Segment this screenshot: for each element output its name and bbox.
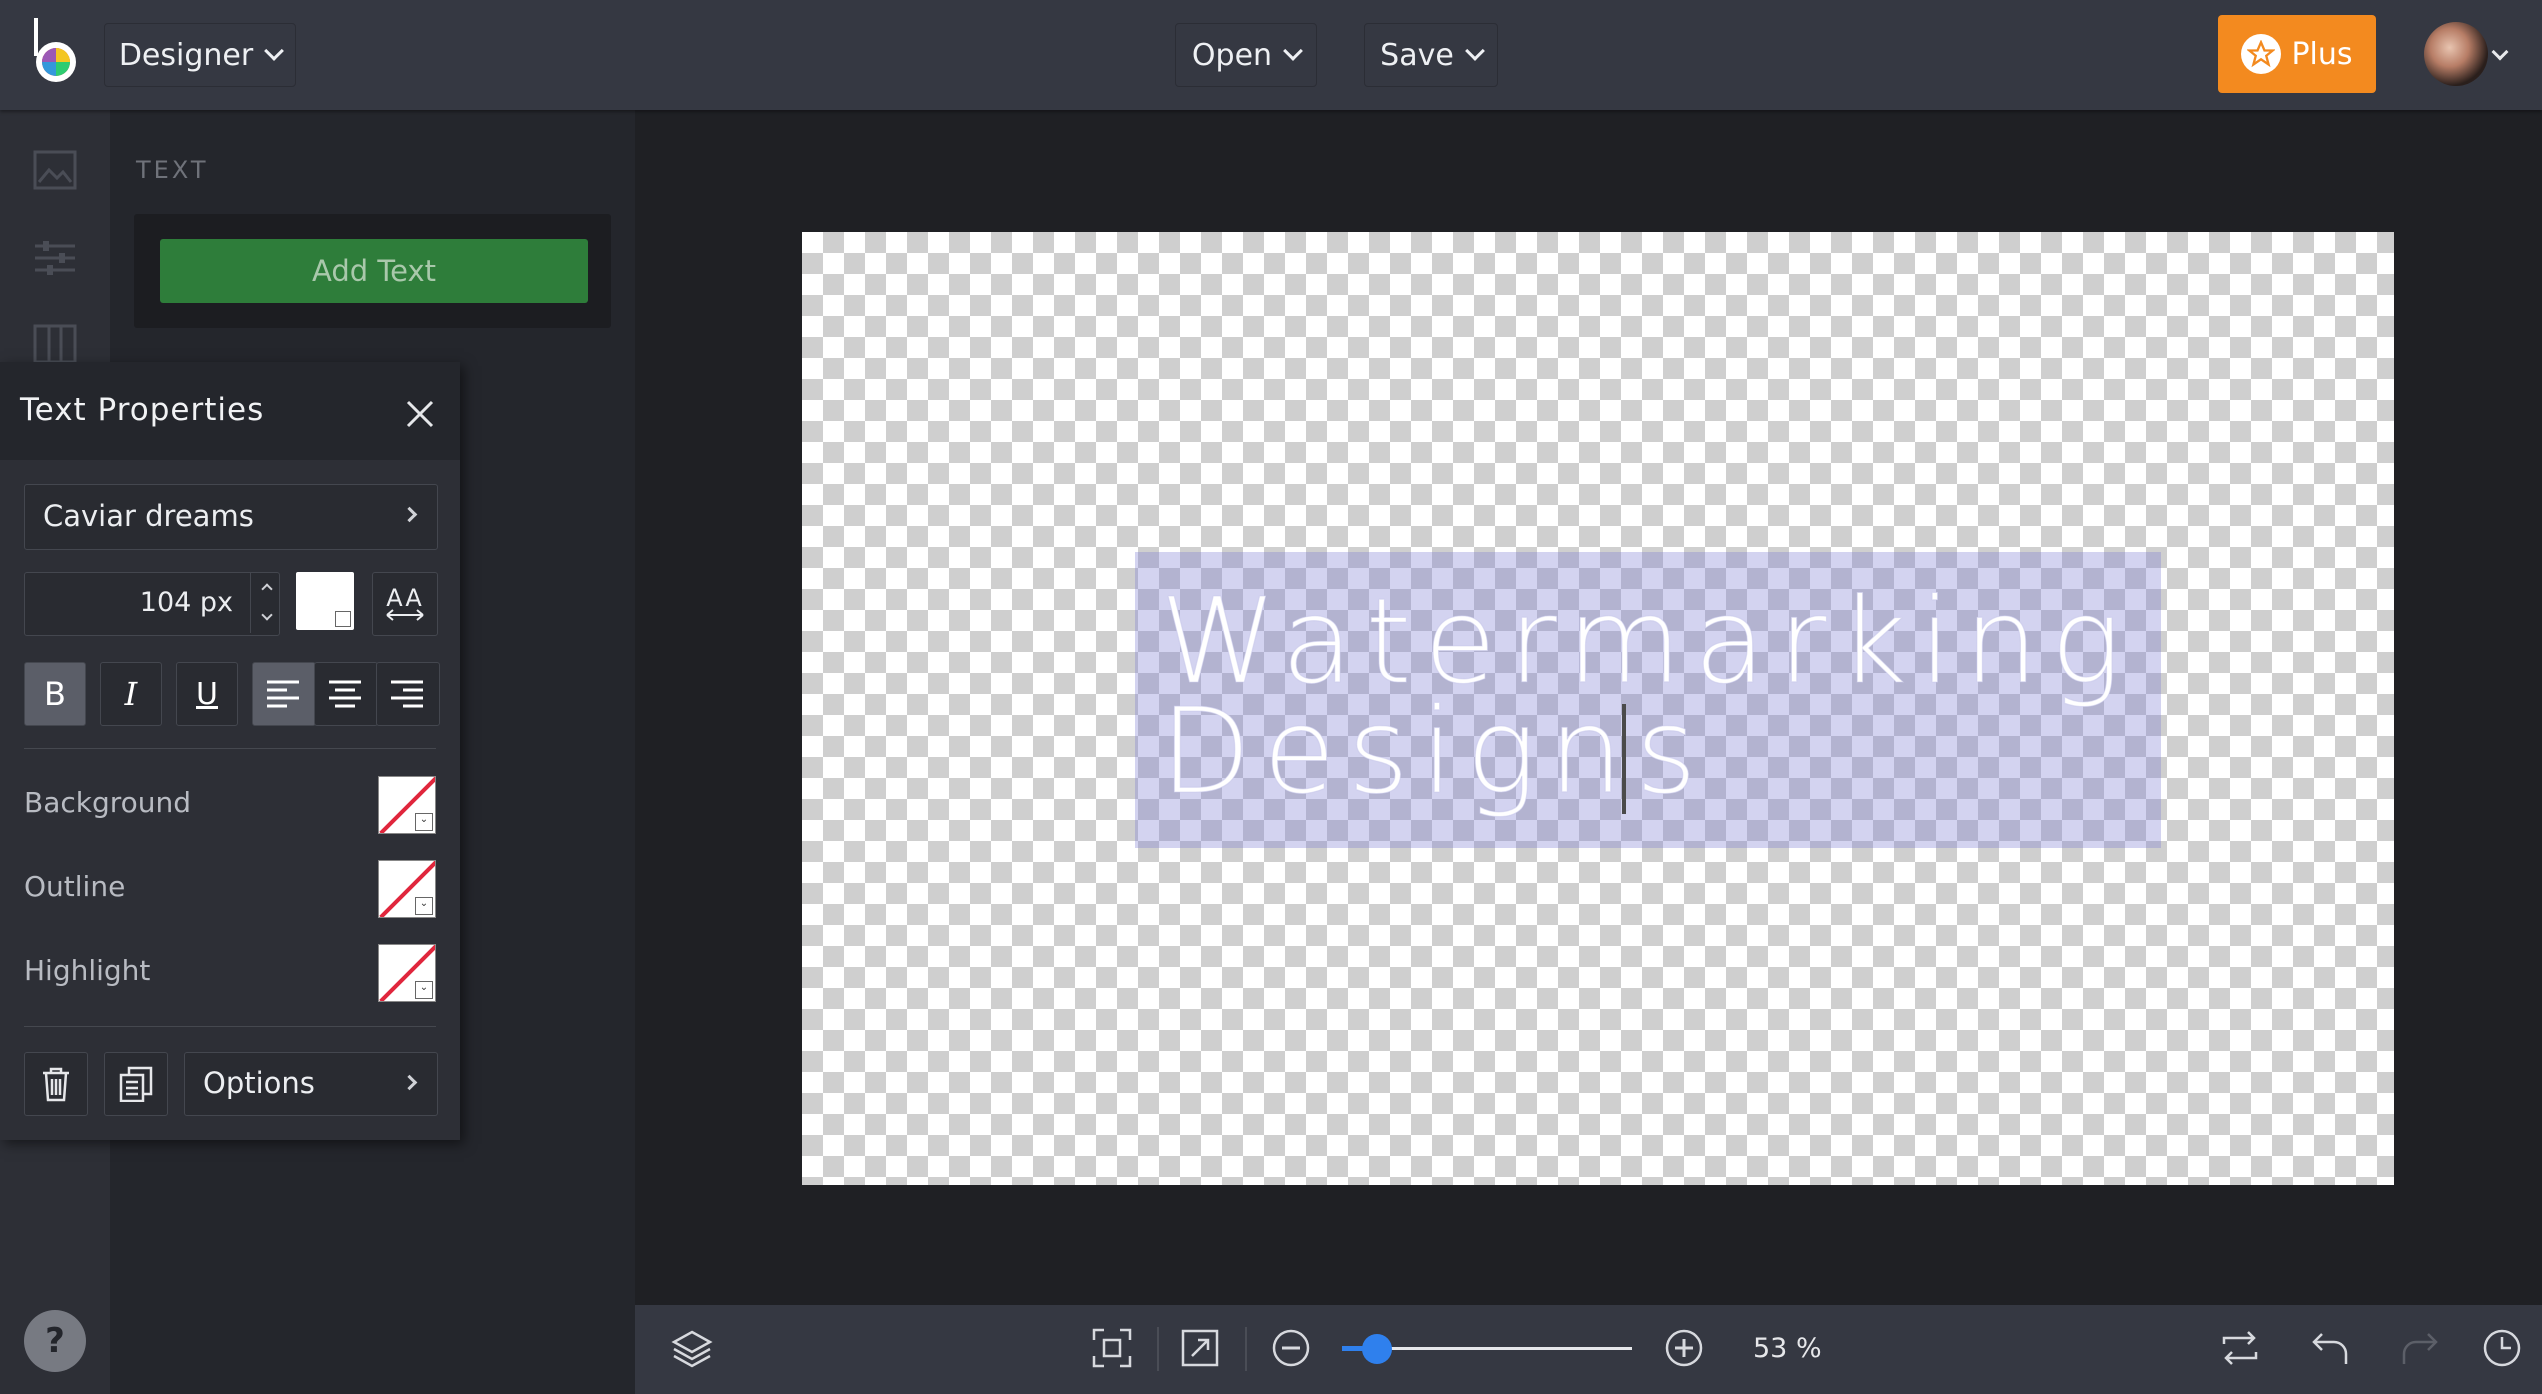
align-right-button[interactable]: [376, 662, 440, 726]
open-label: Open: [1191, 37, 1273, 73]
toolbar-divider: [1157, 1327, 1159, 1371]
align-right-icon: [391, 680, 423, 708]
text-cursor: [1622, 704, 1626, 814]
user-menu[interactable]: [2424, 22, 2514, 86]
font-selector[interactable]: Caviar dreams: [24, 484, 438, 550]
fit-to-screen-icon[interactable]: [1089, 1325, 1135, 1371]
case-label: AA: [386, 584, 424, 612]
italic-button[interactable]: I: [100, 662, 162, 726]
help-icon: ?: [45, 1321, 65, 1361]
chevron-down-icon: [1464, 41, 1485, 61]
add-text-label: Add Text: [311, 254, 436, 288]
options-button[interactable]: Options: [184, 1052, 438, 1116]
mode-dropdown[interactable]: Designer: [104, 23, 296, 87]
open-dropdown[interactable]: Open: [1175, 23, 1317, 87]
undo-icon[interactable]: [2307, 1325, 2353, 1371]
font-size-stepper[interactable]: 104 px: [24, 572, 280, 636]
redo-icon[interactable]: [2397, 1325, 2443, 1371]
watermark-text-line-2: Designs: [1160, 682, 1709, 820]
toolbar-divider: [1245, 1327, 1247, 1371]
bold-button[interactable]: B: [24, 662, 86, 726]
bottom-toolbar: 53 %: [635, 1305, 2542, 1394]
history-icon[interactable]: [2479, 1325, 2525, 1371]
underline-button[interactable]: U: [176, 662, 238, 726]
chevron-right-icon: [401, 506, 418, 523]
panel-section-title: TEXT: [136, 156, 209, 184]
chevron-down-icon: [264, 41, 285, 61]
chevron-right-icon: [401, 1074, 418, 1091]
dropdown-mini-icon: [335, 611, 351, 627]
highlight-color-swatch[interactable]: ⌄: [378, 944, 436, 1002]
chevron-down-icon: [1283, 41, 1303, 61]
chevron-down-icon: [2491, 43, 2509, 61]
frames-icon[interactable]: [33, 324, 77, 364]
image-icon[interactable]: [33, 150, 77, 190]
outline-color-swatch[interactable]: ⌄: [378, 860, 436, 918]
stepper-down-icon[interactable]: [261, 609, 273, 621]
trash-icon: [43, 1067, 69, 1102]
text-case-button[interactable]: AA: [372, 572, 438, 636]
options-label: Options: [203, 1066, 315, 1100]
dropdown-mini-icon: ⌄: [415, 981, 433, 999]
divider: [24, 1026, 436, 1027]
outline-label: Outline: [24, 870, 126, 903]
background-label: Background: [24, 786, 192, 819]
underline-label: U: [196, 676, 218, 712]
dropdown-mini-icon: ⌄: [415, 897, 433, 915]
stepper-up-icon[interactable]: [261, 583, 273, 595]
font-size-value: 104 px: [139, 587, 233, 618]
bold-label: B: [44, 675, 66, 713]
add-text-button[interactable]: Add Text: [160, 239, 588, 303]
flip-swap-icon[interactable]: [2217, 1325, 2263, 1371]
text-color-swatch[interactable]: [296, 572, 354, 630]
arrows-horizontal-icon: [386, 609, 424, 621]
zoom-percent: 53 %: [1753, 1333, 1822, 1364]
avatar: [2424, 22, 2488, 86]
actual-size-icon[interactable]: [1177, 1325, 1223, 1371]
highlight-label: Highlight: [24, 954, 151, 987]
top-bar: Designer Open Save Plus: [0, 0, 2542, 110]
align-left-icon: [267, 680, 299, 708]
divider: [24, 748, 436, 749]
text-properties-popup: Text Properties Caviar dreams 104 px AA …: [0, 362, 460, 1140]
zoom-slider-thumb[interactable]: [1361, 1334, 1392, 1364]
save-dropdown[interactable]: Save: [1364, 23, 1498, 87]
duplicate-icon: [119, 1066, 153, 1102]
popup-title: Text Properties: [20, 392, 265, 428]
italic-label: I: [124, 675, 138, 713]
close-icon[interactable]: [402, 396, 438, 432]
align-center-icon: [329, 680, 361, 708]
adjust-sliders-icon[interactable]: [33, 238, 77, 278]
mode-label: Designer: [118, 37, 254, 73]
dropdown-mini-icon: ⌄: [415, 813, 433, 831]
plus-upgrade-button[interactable]: Plus: [2218, 15, 2376, 93]
font-name: Caviar dreams: [43, 499, 254, 533]
plus-label: Plus: [2291, 36, 2353, 72]
star-icon: [2241, 34, 2282, 74]
stepper-divider: [250, 573, 251, 633]
save-label: Save: [1380, 37, 1454, 73]
zoom-in-icon[interactable]: [1661, 1325, 1707, 1371]
help-button[interactable]: ?: [24, 1310, 86, 1372]
zoom-out-icon[interactable]: [1268, 1325, 1314, 1371]
duplicate-button[interactable]: [104, 1052, 168, 1116]
selected-text-layer[interactable]: Watermarking Designs: [1135, 552, 2161, 848]
align-left-button[interactable]: [252, 662, 316, 726]
delete-button[interactable]: [24, 1052, 88, 1116]
layers-icon[interactable]: [669, 1325, 715, 1371]
background-color-swatch[interactable]: ⌄: [378, 776, 436, 834]
align-center-button[interactable]: [314, 662, 378, 726]
befunky-logo[interactable]: [28, 16, 84, 86]
